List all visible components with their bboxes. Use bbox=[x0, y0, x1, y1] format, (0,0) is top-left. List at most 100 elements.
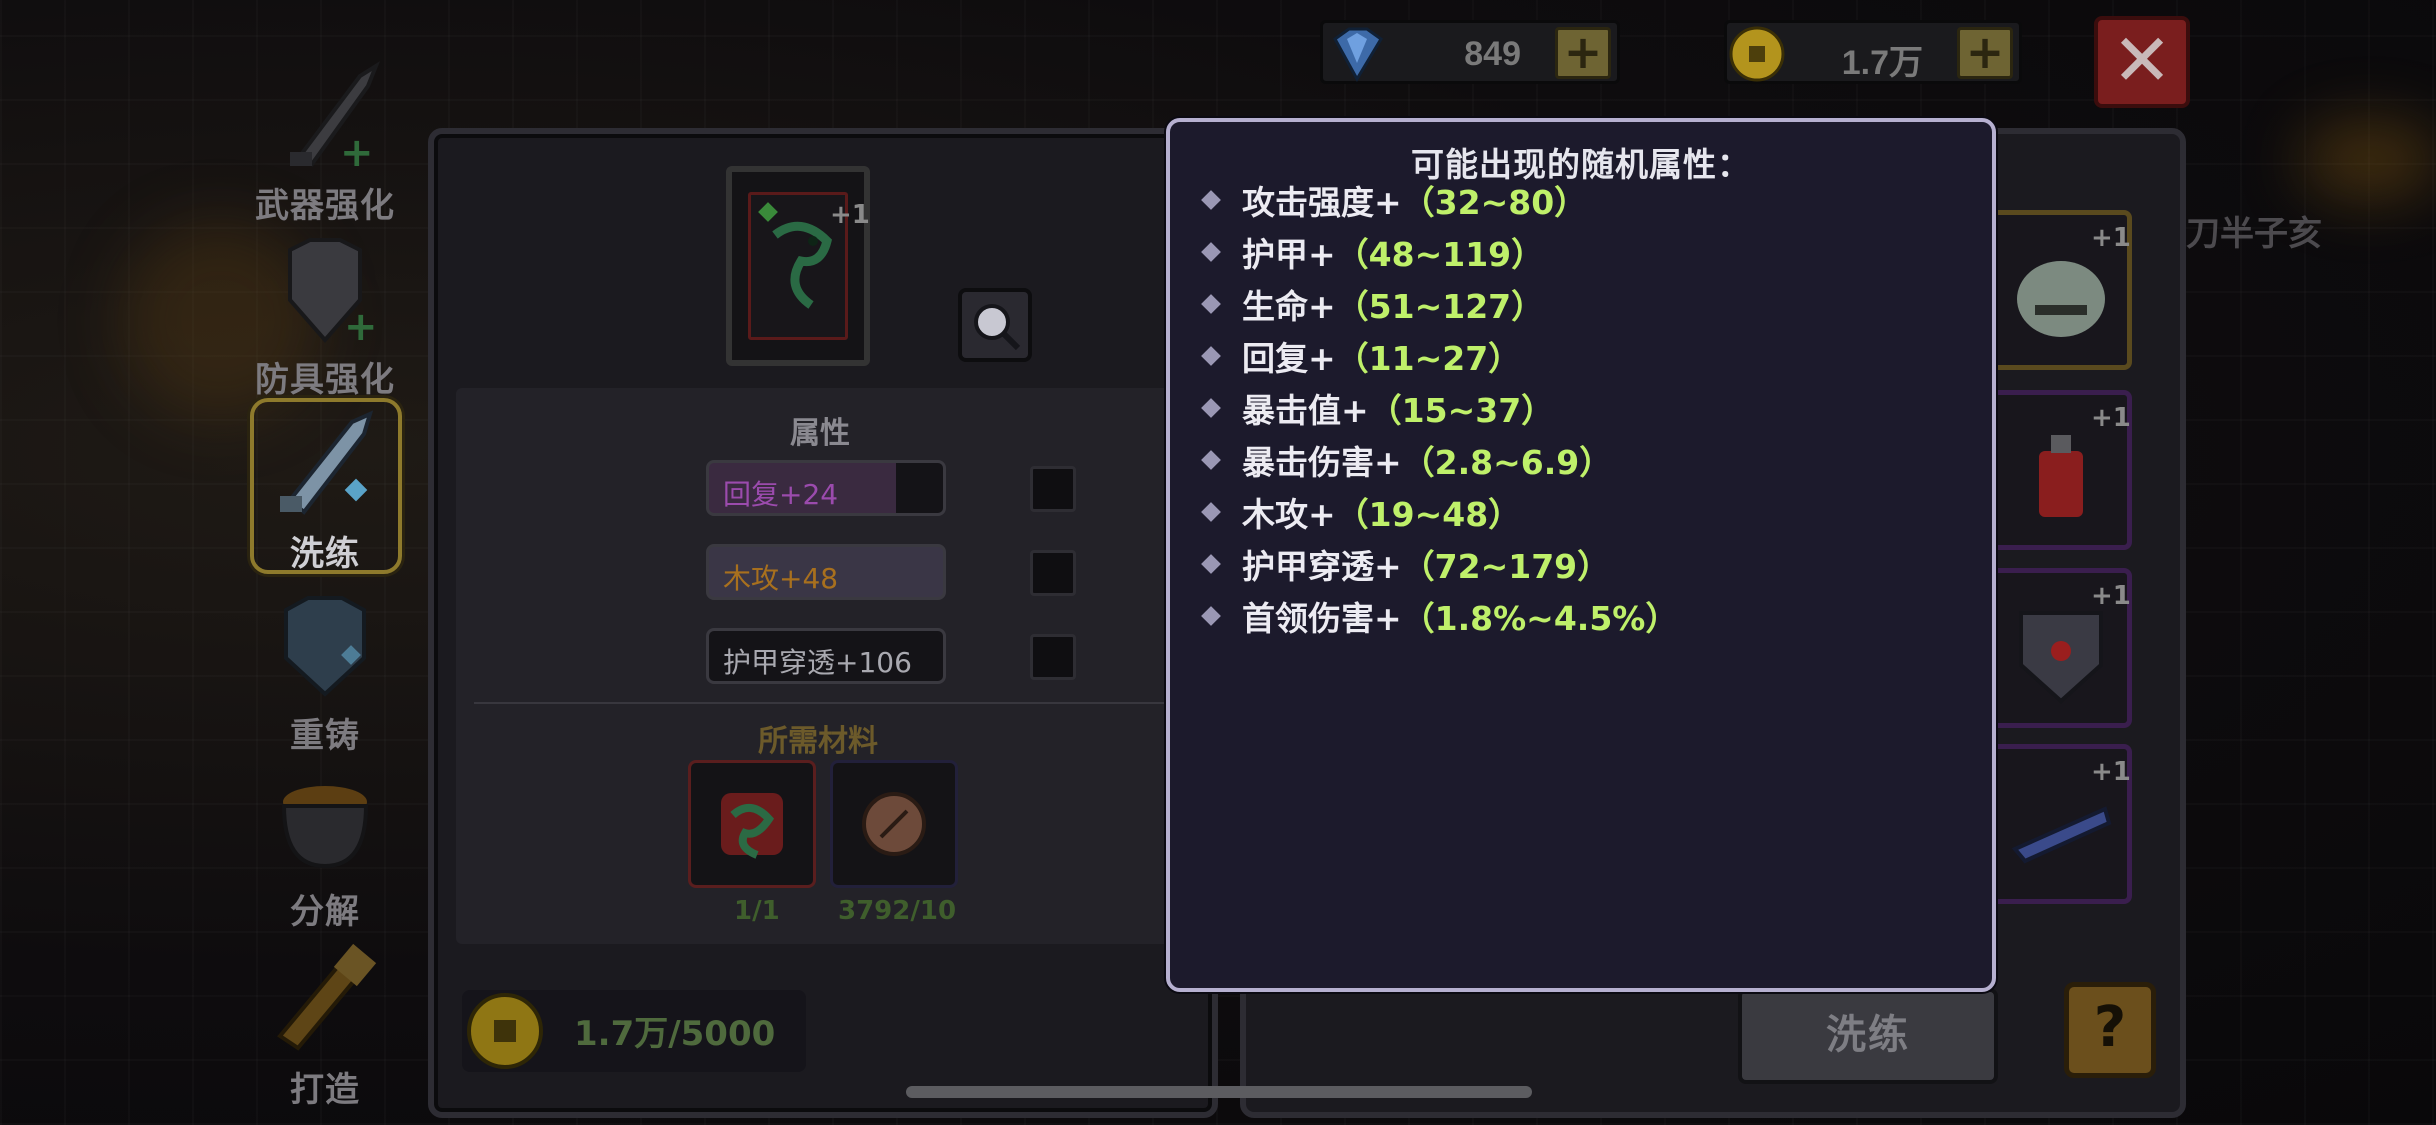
attribute-row: 回复+24 bbox=[706, 460, 946, 516]
material-slot[interactable] bbox=[830, 760, 958, 888]
cauldron-icon bbox=[281, 786, 369, 869]
material-count: 1/1 bbox=[734, 896, 780, 926]
list-item: 攻击强度+ （32~80） bbox=[1198, 174, 1678, 226]
attribute-name: 生命+ bbox=[1242, 287, 1336, 326]
list-item: 回复+ （11~27） bbox=[1198, 330, 1678, 382]
sidebar-item-label: 分解 bbox=[290, 892, 360, 932]
item-level: +1 bbox=[2091, 581, 2131, 611]
bullet-icon bbox=[1201, 398, 1221, 418]
cost-text: 1.7万/5000 bbox=[574, 1014, 776, 1054]
npc-label: 刀半子亥 bbox=[2186, 214, 2322, 254]
attribute-range: （15~37） bbox=[1368, 391, 1555, 430]
bullet-icon bbox=[1201, 190, 1221, 210]
recast-armor-icon bbox=[284, 596, 366, 697]
sidebar-item-weapon-upgrade[interactable]: + 武器强化 bbox=[240, 56, 410, 227]
attribute-name: 暴击值+ bbox=[1242, 391, 1369, 430]
attribute-range: （48~119） bbox=[1335, 235, 1545, 274]
materials-title: 所需材料 bbox=[758, 724, 878, 759]
sword-upgrade-icon: + bbox=[290, 61, 381, 176]
gold-counter: 1.7万 + bbox=[1724, 20, 2022, 84]
inventory-slot[interactable]: +1 bbox=[1990, 390, 2132, 550]
sidebar-item-label: 武器强化 bbox=[255, 186, 395, 226]
bullet-icon bbox=[1201, 294, 1221, 314]
gem-icon bbox=[1333, 27, 1383, 83]
bullet-icon bbox=[1201, 554, 1221, 574]
attribute-text: 护甲穿透+106 bbox=[723, 646, 912, 679]
lock-checkbox[interactable] bbox=[1030, 550, 1076, 596]
equipment-slot[interactable]: +1 bbox=[726, 166, 870, 366]
gold-amount: 1.7万 bbox=[1841, 44, 1923, 82]
attribute-text: 木攻+48 bbox=[723, 562, 839, 595]
item-level: +1 bbox=[2091, 757, 2131, 787]
attribute-range: （1.8%~4.5%） bbox=[1401, 599, 1679, 638]
snake-material-icon bbox=[721, 793, 783, 859]
item-level: +1 bbox=[2091, 403, 2131, 433]
magnify-button[interactable] bbox=[958, 288, 1032, 362]
item-level: +1 bbox=[2091, 223, 2131, 253]
attribute-name: 暴击伤害+ bbox=[1242, 443, 1402, 482]
lock-checkbox[interactable] bbox=[1030, 466, 1076, 512]
lock-checkbox[interactable] bbox=[1030, 634, 1076, 680]
forge-hammer-icon bbox=[277, 943, 377, 1051]
attribute-name: 回复+ bbox=[1242, 339, 1336, 378]
list-item: 护甲穿透+ （72~179） bbox=[1198, 538, 1678, 590]
divider bbox=[474, 702, 1164, 704]
material-slot[interactable] bbox=[688, 760, 816, 888]
list-item: 生命+ （51~127） bbox=[1198, 278, 1678, 330]
attribute-row: 护甲穿透+106 bbox=[706, 628, 946, 684]
sidebar-item-label: 防具强化 bbox=[255, 360, 395, 400]
stone-material-icon bbox=[862, 792, 926, 856]
sidebar-item-label: 重铸 bbox=[290, 716, 360, 756]
add-gold-button[interactable]: + bbox=[1957, 27, 2013, 79]
gold-coin-icon bbox=[467, 993, 543, 1069]
sidebar-item-forge[interactable]: 打造 bbox=[240, 940, 410, 1111]
attribute-name: 护甲穿透+ bbox=[1242, 547, 1402, 586]
attribute-name: 攻击强度+ bbox=[1242, 183, 1402, 222]
sidebar-item-salvage[interactable]: 分解 bbox=[240, 762, 410, 933]
attribute-title: 属性 bbox=[790, 416, 850, 451]
bullet-icon bbox=[1201, 450, 1221, 470]
attribute-range: （32~80） bbox=[1401, 183, 1588, 222]
inventory-slot[interactable]: +1 bbox=[1990, 744, 2132, 904]
svg-text:+: + bbox=[340, 130, 374, 174]
add-gems-button[interactable]: + bbox=[1555, 27, 1611, 79]
reforge-button[interactable]: 洗练 bbox=[1738, 988, 1998, 1084]
list-item: 首领伤害+ （1.8%~4.5%） bbox=[1198, 590, 1678, 642]
home-indicator[interactable] bbox=[906, 1086, 1532, 1098]
background-glow bbox=[2300, 120, 2436, 200]
attribute-range: （11~27） bbox=[1335, 339, 1522, 378]
sidebar-item-reforge[interactable]: 洗练 bbox=[240, 398, 410, 575]
list-item: 暴击值+ （15~37） bbox=[1198, 382, 1678, 434]
attribute-text: 回复+24 bbox=[723, 478, 839, 511]
list-item: 护甲+ （48~119） bbox=[1198, 226, 1678, 278]
list-item: 木攻+ （19~48） bbox=[1198, 486, 1678, 538]
attribute-name: 首领伤害+ bbox=[1242, 599, 1402, 638]
attribute-range: （72~179） bbox=[1401, 547, 1611, 586]
attribute-range: （51~127） bbox=[1335, 287, 1545, 326]
attribute-name: 护甲+ bbox=[1242, 235, 1336, 274]
sidebar-item-armor-upgrade[interactable]: + 防具强化 bbox=[240, 230, 410, 401]
attribute-list: 攻击强度+ （32~80） 护甲+ （48~119） 生命+ （51~127） … bbox=[1198, 174, 1678, 642]
bullet-icon bbox=[1201, 606, 1221, 626]
attribute-row: 木攻+48 bbox=[706, 544, 946, 600]
close-button[interactable]: ✕ bbox=[2094, 16, 2190, 108]
svg-text:+: + bbox=[344, 304, 378, 348]
list-item: 暴击伤害+ （2.8~6.9） bbox=[1198, 434, 1678, 486]
inventory-slot[interactable]: +1 bbox=[1990, 568, 2132, 728]
armor-upgrade-icon: + bbox=[288, 238, 378, 350]
item-level: +1 bbox=[830, 200, 870, 230]
attribute-range: （2.8~6.9） bbox=[1401, 443, 1613, 482]
gem-amount: 849 bbox=[1464, 35, 1521, 73]
bullet-icon bbox=[1201, 346, 1221, 366]
attribute-name: 木攻+ bbox=[1242, 495, 1336, 534]
attribute-range: （19~48） bbox=[1335, 495, 1522, 534]
gem-counter: 849 + bbox=[1320, 20, 1620, 84]
magnifier-icon bbox=[974, 304, 1021, 351]
inventory-slot[interactable]: +1 bbox=[1990, 210, 2132, 370]
material-count: 3792/10 bbox=[838, 896, 957, 926]
gold-coin-icon bbox=[1729, 26, 1785, 82]
reforge-sword-icon bbox=[280, 410, 374, 515]
bullet-icon bbox=[1201, 502, 1221, 522]
sidebar-item-recast[interactable]: 重铸 bbox=[240, 586, 410, 757]
help-button[interactable]: ? bbox=[2064, 982, 2156, 1078]
